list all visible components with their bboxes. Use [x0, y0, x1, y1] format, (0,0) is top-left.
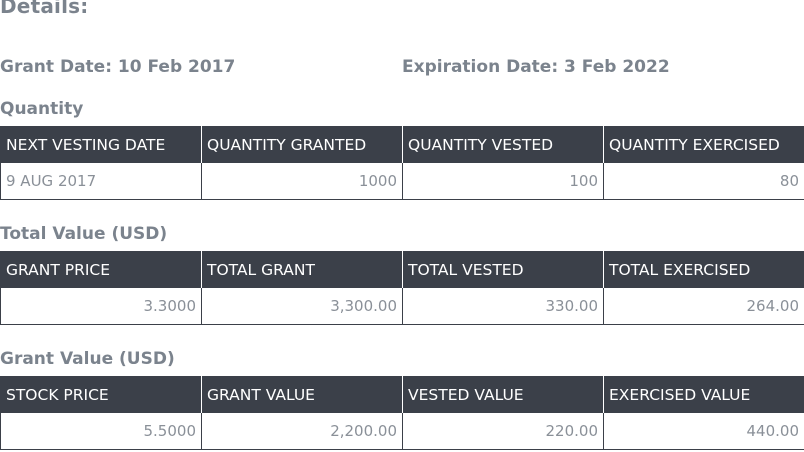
grant-value-header-row: STOCK PRICE GRANT VALUE VESTED VALUE EXE… — [0, 376, 804, 413]
total-vested-value: 330.00 — [402, 288, 604, 325]
column-header-next-vesting-date: NEXT VESTING DATE — [0, 126, 202, 163]
stock-price-value: 5.5000 — [0, 413, 202, 450]
details-heading: Details: — [0, 0, 89, 18]
column-header-quantity-vested: QUANTITY VESTED — [402, 126, 604, 163]
quantity-section-title: Quantity — [0, 99, 84, 119]
quantity-granted-value: 1000 — [201, 163, 403, 200]
total-grant-value: 3,300.00 — [201, 288, 403, 325]
column-header-exercised-value: EXERCISED VALUE — [603, 376, 804, 413]
quantity-header-row: NEXT VESTING DATE QUANTITY GRANTED QUANT… — [0, 126, 804, 163]
grant-value-section-title: Grant Value (USD) — [0, 349, 175, 369]
grant-value-value: 2,200.00 — [201, 413, 403, 450]
table-row: 5.5000 2,200.00 220.00 440.00 — [0, 413, 804, 450]
grant-value-table: STOCK PRICE GRANT VALUE VESTED VALUE EXE… — [0, 376, 804, 450]
column-header-quantity-granted: QUANTITY GRANTED — [201, 126, 403, 163]
exercised-value-value: 440.00 — [603, 413, 804, 450]
grant-details-page: Details: Grant Date: 10 Feb 2017 Expirat… — [0, 0, 804, 452]
total-value-header-row: GRANT PRICE TOTAL GRANT TOTAL VESTED TOT… — [0, 251, 804, 288]
dates-row: Grant Date: 10 Feb 2017 Expiration Date:… — [0, 57, 804, 81]
table-row: 9 AUG 2017 1000 100 80 — [0, 163, 804, 200]
table-row: 3.3000 3,300.00 330.00 264.00 — [0, 288, 804, 325]
total-value-table: GRANT PRICE TOTAL GRANT TOTAL VESTED TOT… — [0, 251, 804, 325]
column-header-total-grant: TOTAL GRANT — [201, 251, 403, 288]
column-header-grant-value: GRANT VALUE — [201, 376, 403, 413]
grant-date: Grant Date: 10 Feb 2017 — [0, 57, 236, 77]
total-value-section-title: Total Value (USD) — [0, 224, 168, 244]
next-vesting-date-value: 9 AUG 2017 — [0, 163, 202, 200]
quantity-table: NEXT VESTING DATE QUANTITY GRANTED QUANT… — [0, 126, 804, 200]
column-header-stock-price: STOCK PRICE — [0, 376, 202, 413]
total-exercised-value: 264.00 — [603, 288, 804, 325]
column-header-vested-value: VESTED VALUE — [402, 376, 604, 413]
quantity-exercised-value: 80 — [603, 163, 804, 200]
column-header-total-vested: TOTAL VESTED — [402, 251, 604, 288]
column-header-quantity-exercised: QUANTITY EXERCISED — [603, 126, 804, 163]
quantity-vested-value: 100 — [402, 163, 604, 200]
expiration-date: Expiration Date: 3 Feb 2022 — [402, 57, 670, 77]
grant-price-value: 3.3000 — [0, 288, 202, 325]
column-header-total-exercised: TOTAL EXERCISED — [603, 251, 804, 288]
vested-value-value: 220.00 — [402, 413, 604, 450]
column-header-grant-price: GRANT PRICE — [0, 251, 202, 288]
